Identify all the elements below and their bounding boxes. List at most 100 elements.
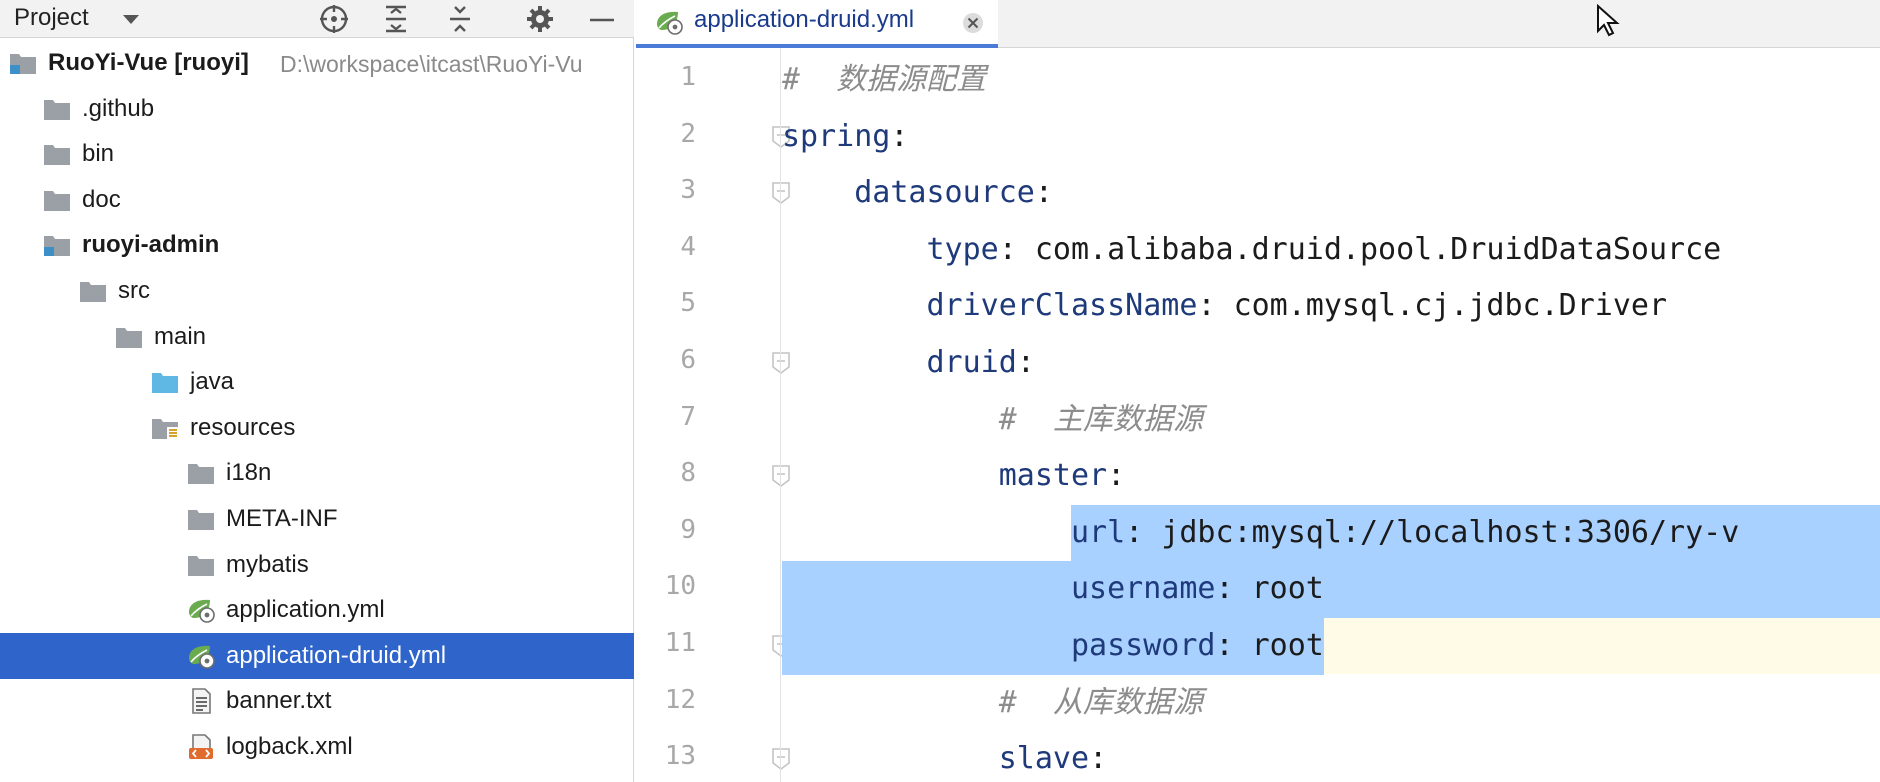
tree-item-ruoyi-admin[interactable]: ruoyi-admin — [0, 222, 634, 268]
code-token: com.alibaba.druid.pool.DruidDataSource — [1034, 231, 1722, 267]
folder-icon — [186, 551, 216, 579]
code-line: # 从库数据源 — [782, 675, 1203, 731]
tab-label: application-druid.yml — [694, 6, 915, 33]
module-path: D:\workspace\itcast\RuoYi-Vu — [280, 51, 583, 77]
tree-item-meta-inf[interactable]: META-INF — [0, 496, 634, 542]
code-token: : — [1016, 345, 1035, 380]
project-panel: Project RuoYi-Vue [ruoyi] D:\workspace\it… — [0, 0, 634, 782]
tree-item-label: application.yml — [226, 596, 385, 624]
code-area[interactable]: # 数据源配置 spring: datasource: type: com.ali… — [782, 48, 1880, 782]
line-number: 8 — [680, 458, 696, 489]
tree-item-bin[interactable]: bin — [0, 131, 634, 177]
tree-item-application-druid-yml[interactable]: application-druid.yml — [0, 632, 634, 679]
folder-icon — [42, 186, 72, 214]
source-folder-icon — [150, 368, 180, 396]
expand-all-icon[interactable] — [380, 3, 412, 35]
code-token: : — [1107, 458, 1126, 494]
tree-item-main[interactable]: main — [0, 314, 634, 360]
code-token: : — [1197, 288, 1234, 324]
line-number: 13 — [664, 741, 696, 772]
fold-gutter-line — [780, 48, 781, 782]
code-line: username: root — [782, 561, 1324, 617]
code-token: com.mysql.cj.jdbc.Driver — [1233, 288, 1668, 324]
code-token: root — [1251, 628, 1324, 663]
tree-item-label: resources — [190, 413, 296, 441]
tree-item-label: .github — [82, 94, 155, 122]
line-number: 10 — [664, 571, 696, 602]
code-token: : — [890, 118, 909, 154]
line-number-gutter: 1 2 3 4 5 6 7 8 9 10 11 12 13 — [636, 48, 790, 782]
xml-file-icon — [186, 733, 216, 761]
yaml-key: druid — [926, 345, 1017, 380]
yaml-key: url — [1070, 514, 1126, 550]
yaml-key: type — [926, 231, 999, 267]
project-view-selector[interactable]: Project — [14, 4, 89, 32]
editor-tab-bar: application-druid.yml — [636, 0, 1880, 48]
code-line: # 数据源配置 — [782, 52, 986, 108]
line-number: 12 — [664, 684, 696, 715]
tree-item-label: main — [154, 322, 207, 350]
tree-item-ruoyi-vue-ruoyi[interactable]: RuoYi-Vue [ruoyi] D:\workspace\itcast\Ruo… — [0, 40, 634, 86]
folder-icon — [186, 505, 216, 533]
yaml-key: driverClassName — [926, 288, 1198, 324]
tree-item-label: META-INF — [226, 505, 338, 532]
tree-item-github[interactable]: .github — [0, 86, 634, 132]
tree-item-banner-txt[interactable]: banner.txt — [0, 678, 634, 724]
yaml-comment: # 数据源配置 — [782, 62, 987, 97]
tree-item-doc[interactable]: doc — [0, 177, 634, 223]
tree-item-logback-xml[interactable]: logback.xml — [0, 724, 634, 770]
tree-item-resources[interactable]: resources — [0, 405, 634, 451]
minimize-icon[interactable] — [586, 3, 618, 35]
code-line: spring: — [782, 109, 908, 165]
module-icon — [42, 231, 72, 259]
code-line: type: com.alibaba.druid.pool.DruidDataSo… — [782, 222, 1722, 278]
line-number: 6 — [680, 345, 696, 375]
tree-item-label: banner.txt — [226, 687, 332, 715]
line-number: 9 — [680, 514, 696, 545]
module-icon — [8, 49, 38, 77]
code-line: url: jdbc:mysql://localhost:3306/ry-v — [782, 505, 1739, 561]
yaml-key: slave — [998, 741, 1090, 777]
gear-icon[interactable] — [524, 3, 556, 35]
line-number: 4 — [680, 231, 696, 262]
line-number: 2 — [680, 118, 696, 149]
dropdown-caret-icon[interactable] — [120, 8, 142, 35]
yaml-key: spring — [782, 118, 891, 154]
resources-folder-icon — [150, 414, 180, 442]
yaml-key: master — [998, 458, 1108, 494]
tree-item-application-yml[interactable]: application.yml — [0, 587, 634, 633]
code-line: password: root — [782, 618, 1324, 674]
tree-item-mybatis[interactable]: mybatis — [0, 542, 634, 588]
tree-item-label: mybatis — [226, 550, 309, 578]
code-token: jdbc:mysql://localhost:3306/ry-v — [1161, 514, 1740, 550]
code-token: : — [998, 231, 1035, 267]
yaml-comment: # 从库数据源 — [998, 684, 1203, 720]
code-token: root — [1251, 571, 1324, 607]
yaml-key: username — [1070, 571, 1216, 607]
tab-application-druid-yml[interactable]: application-druid.yml — [636, 0, 998, 48]
code-token: : — [1215, 571, 1252, 607]
close-icon[interactable] — [960, 10, 986, 36]
code-line: master: — [782, 448, 1125, 504]
folder-icon — [186, 459, 216, 487]
text-file-icon — [186, 687, 216, 715]
code-line: datasource: — [782, 165, 1053, 221]
folder-icon — [42, 140, 72, 168]
line-number: 1 — [680, 62, 696, 92]
yaml-key: password — [1070, 628, 1216, 663]
locate-file-icon[interactable] — [318, 3, 350, 35]
tree-item-java[interactable]: java — [0, 359, 634, 405]
tree-item-src[interactable]: src — [0, 268, 634, 314]
code-token: : — [1034, 175, 1053, 211]
tree-item-i18n[interactable]: i18n — [0, 450, 634, 496]
tree-item-label: java — [190, 368, 235, 396]
line-number: 3 — [680, 175, 696, 206]
line-number: 5 — [680, 288, 696, 319]
yaml-key: datasource — [854, 175, 1035, 211]
collapse-all-icon[interactable] — [444, 3, 476, 35]
